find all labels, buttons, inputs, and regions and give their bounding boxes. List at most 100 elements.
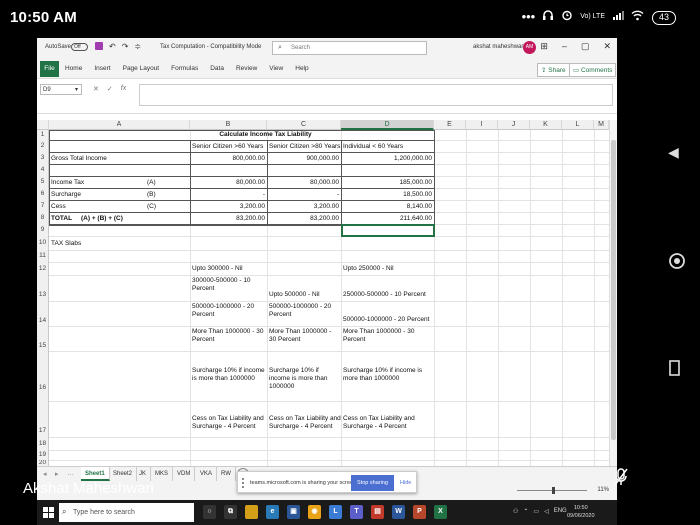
back-arrow-icon[interactable]: ◀ bbox=[668, 144, 679, 161]
row-header-17[interactable]: 17 bbox=[37, 401, 49, 437]
comments-button[interactable]: ▭ Comments bbox=[569, 63, 617, 77]
cell-d6[interactable]: 18,500.00 bbox=[341, 191, 432, 199]
row-header-14[interactable]: 14 bbox=[37, 301, 49, 326]
cell-d7[interactable]: 8,140.00 bbox=[341, 203, 432, 211]
sheet-tab-mks[interactable]: MKS bbox=[151, 467, 174, 481]
taskbar-search[interactable]: ⌕ Type here to search bbox=[59, 503, 194, 522]
cell-c13[interactable]: Upto 500000 - Nil bbox=[269, 291, 320, 299]
autosave-toggle[interactable]: Off bbox=[71, 43, 88, 51]
cell-d5[interactable]: 185,000.00 bbox=[341, 179, 432, 187]
redo-icon[interactable]: ↷ bbox=[122, 42, 129, 51]
cell-b12[interactable]: Upto 300000 - Nil bbox=[192, 265, 243, 273]
column-header-j[interactable]: J bbox=[498, 120, 530, 130]
cell-b2[interactable]: Senior Citizen >60 Years bbox=[192, 143, 263, 151]
sheet-tab-vdm[interactable]: VDM bbox=[173, 467, 196, 481]
cell-c14[interactable]: 500000-1000000 - 20 Percent bbox=[269, 303, 339, 319]
home-circle-icon[interactable] bbox=[668, 252, 686, 275]
sheet-tab-jk[interactable]: JK bbox=[135, 467, 152, 481]
undo-icon[interactable]: ↶ bbox=[109, 42, 116, 51]
cell-b1[interactable]: Calculate Income Tax Liability bbox=[190, 131, 341, 139]
row-header-16[interactable]: 16 bbox=[37, 351, 49, 401]
row-header-2[interactable]: 2 bbox=[37, 140, 49, 152]
language-label[interactable]: ENG bbox=[554, 508, 567, 515]
cell-grid[interactable]: Calculate Income Tax Liability Senior Ci… bbox=[49, 130, 609, 498]
ribbon-display-icon[interactable]: ⊞ bbox=[540, 41, 548, 52]
cell-c7[interactable]: 3,200.00 bbox=[267, 203, 339, 211]
cell-b8[interactable]: 83,200.00 bbox=[190, 215, 265, 223]
column-header-e[interactable]: E bbox=[434, 120, 466, 130]
row-header-9[interactable]: 9 bbox=[37, 224, 49, 236]
column-header-a[interactable]: A bbox=[49, 120, 190, 130]
tab-view[interactable]: View bbox=[269, 65, 283, 72]
user-name[interactable]: akshat maheshwari bbox=[473, 44, 525, 50]
cell-a6[interactable]: Surcharge bbox=[51, 191, 81, 199]
cell-b3[interactable]: 800,000.00 bbox=[190, 155, 265, 163]
scrollbar-thumb[interactable] bbox=[611, 140, 616, 440]
cell-a8[interactable]: TOTAL bbox=[51, 215, 72, 223]
cell-c16[interactable]: Surcharge 10% if income is more than 100… bbox=[269, 367, 341, 391]
powerpoint-icon[interactable]: P bbox=[413, 505, 426, 519]
enter-icon[interactable]: ✓ bbox=[107, 85, 113, 93]
cell-b17[interactable]: Cess on Tax Liability and Surcharge - 4 … bbox=[192, 415, 266, 431]
share-button[interactable]: ⇪ Share bbox=[537, 63, 570, 77]
cell-d13[interactable]: 250000-500000 - 10 Percent bbox=[343, 291, 426, 299]
cell-d2[interactable]: Individual < 60 Years bbox=[343, 143, 403, 151]
row-header-13[interactable]: 13 bbox=[37, 275, 49, 301]
teams-icon[interactable]: T bbox=[350, 505, 363, 519]
tab-formulas[interactable]: Formulas bbox=[171, 65, 198, 72]
row-header-15[interactable]: 15 bbox=[37, 326, 49, 351]
cell-c3[interactable]: 900,000.00 bbox=[267, 155, 339, 163]
name-box[interactable]: D9 ▾ bbox=[40, 84, 82, 95]
tab-data[interactable]: Data bbox=[210, 65, 224, 72]
column-header-c[interactable]: C bbox=[267, 120, 341, 130]
cell-a3[interactable]: Gross Total Income bbox=[51, 155, 107, 163]
avatar[interactable]: AM bbox=[523, 41, 536, 54]
cell-b7[interactable]: 3,200.00 bbox=[190, 203, 265, 211]
cell-d16[interactable]: Surcharge 10% if income is more than 100… bbox=[343, 367, 431, 383]
row-header-8[interactable]: 8 bbox=[37, 212, 49, 224]
cell-c8[interactable]: 83,200.00 bbox=[267, 215, 339, 223]
more-sheets-icon[interactable]: … bbox=[67, 470, 74, 477]
word-icon[interactable]: W bbox=[392, 505, 405, 519]
row-header-11[interactable]: 11 bbox=[37, 250, 49, 262]
selected-cell[interactable] bbox=[341, 224, 435, 237]
row-header-1[interactable]: 1 bbox=[37, 130, 49, 140]
photos-icon[interactable]: ▤ bbox=[371, 505, 384, 519]
task-view-icon[interactable]: ⧉ bbox=[224, 505, 237, 519]
column-header-m[interactable]: M bbox=[594, 120, 609, 130]
save-icon[interactable] bbox=[95, 42, 103, 50]
row-header-3[interactable]: 3 bbox=[37, 152, 49, 164]
cell-c17[interactable]: Cess on Tax Liability and Surcharge - 4 … bbox=[269, 415, 341, 431]
customize-icon[interactable]: ≑ bbox=[134, 42, 141, 51]
edge-icon[interactable]: e bbox=[266, 505, 279, 519]
lync-icon[interactable]: L bbox=[329, 505, 342, 519]
row-header-19[interactable]: 19 bbox=[37, 450, 49, 460]
network-icon[interactable]: ▭ bbox=[533, 508, 539, 515]
row-header-7[interactable]: 7 bbox=[37, 200, 49, 212]
windows-start-icon[interactable] bbox=[43, 507, 54, 518]
zoom-slider-knob[interactable] bbox=[552, 487, 555, 494]
cell-d15[interactable]: More Than 1000000 - 30 Percent bbox=[343, 328, 431, 344]
cell-b15[interactable]: More Than 1000000 - 30 Percent bbox=[192, 328, 264, 344]
row-header-12[interactable]: 12 bbox=[37, 262, 49, 275]
cell-a10[interactable]: TAX Slabs bbox=[51, 240, 81, 248]
cell-d14[interactable]: 500000-1000000 - 20 Percent bbox=[343, 316, 429, 324]
row-header-4[interactable]: 4 bbox=[37, 164, 49, 176]
restore-icon[interactable]: ▢ bbox=[581, 41, 590, 52]
cell-d12[interactable]: Upto 250000 - Nil bbox=[343, 265, 394, 273]
formula-input[interactable] bbox=[139, 84, 613, 106]
cell-b5[interactable]: 80,000.00 bbox=[190, 179, 265, 187]
tab-home[interactable]: Home bbox=[65, 65, 82, 72]
column-header-b[interactable]: B bbox=[190, 120, 267, 130]
cell-c5[interactable]: 80,000.00 bbox=[267, 179, 339, 187]
file-tab[interactable]: File bbox=[40, 61, 59, 77]
row-header-6[interactable]: 6 bbox=[37, 188, 49, 200]
cell-c6[interactable]: - bbox=[267, 191, 339, 199]
file-explorer-icon[interactable] bbox=[245, 505, 258, 519]
tab-page-layout[interactable]: Page Layout bbox=[123, 65, 160, 72]
taskbar-clock[interactable]: 10:50 09/06/2020 bbox=[567, 504, 595, 520]
column-header-d[interactable]: D bbox=[341, 120, 434, 130]
people-icon[interactable]: ⚇ bbox=[513, 508, 518, 515]
store-icon[interactable]: ▣ bbox=[287, 505, 300, 519]
recents-square-icon[interactable] bbox=[668, 360, 682, 381]
